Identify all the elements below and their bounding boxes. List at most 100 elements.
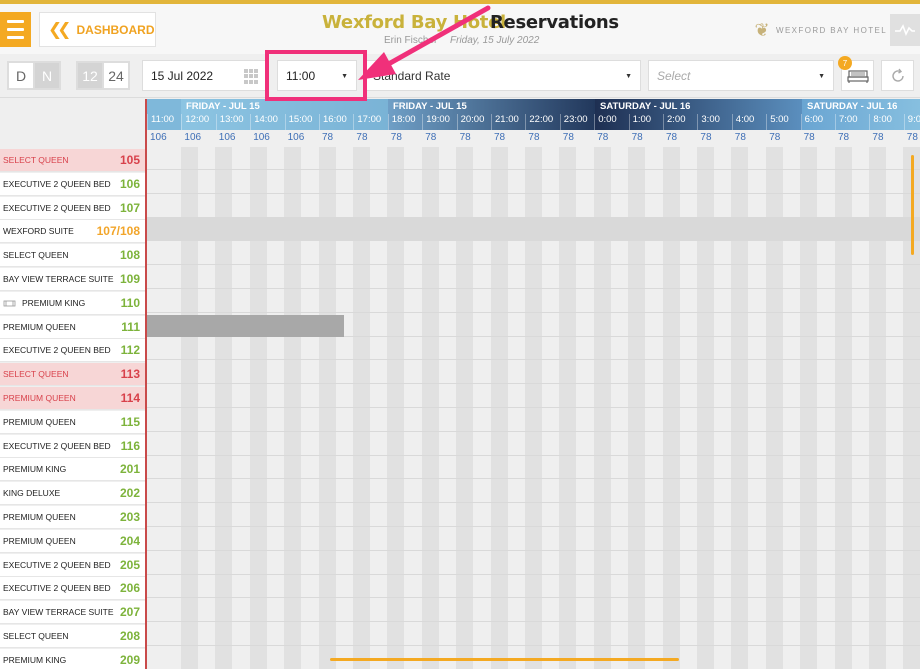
hour-label: 12:00 xyxy=(181,114,215,130)
notification-badge: 7 xyxy=(838,56,852,70)
room-row[interactable]: PREMIUM QUEEN 204 xyxy=(0,529,146,553)
activity-pulse-button[interactable] xyxy=(890,14,920,46)
room-row[interactable]: PREMIUM QUEEN 114 xyxy=(0,387,146,410)
timeline-row[interactable] xyxy=(147,171,920,194)
timeline-row[interactable] xyxy=(147,433,920,456)
horizontal-scrollbar[interactable] xyxy=(330,658,679,661)
date-picker[interactable]: 15 Jul 2022 xyxy=(142,60,266,91)
page-title: Reservations xyxy=(490,12,619,33)
availability-count: 78 xyxy=(356,132,368,143)
room-row[interactable]: KING DELUXE 202 xyxy=(0,482,146,506)
refresh-button[interactable] xyxy=(881,60,914,91)
room-row[interactable]: PREMIUM KING 209 xyxy=(0,648,146,669)
timeline-row[interactable] xyxy=(147,409,920,432)
timeline-row[interactable] xyxy=(147,480,920,504)
hour-label: 15:00 xyxy=(284,114,319,130)
room-row[interactable]: EXECUTIVE 2 QUEEN BED 112 xyxy=(0,339,146,363)
timeline-row[interactable] xyxy=(147,290,920,313)
room-row[interactable]: EXECUTIVE 2 QUEEN BED 205 xyxy=(0,553,146,577)
calendar-grid-icon[interactable] xyxy=(244,69,259,84)
hour-label: 19:00 xyxy=(422,114,456,130)
clock-format-toggle: 12 24 xyxy=(76,61,130,90)
room-row[interactable]: PREMIUM QUEEN 203 xyxy=(0,506,146,529)
timeline-row[interactable] xyxy=(147,623,920,646)
date-value: 15 Jul 2022 xyxy=(151,68,214,83)
timeline-row[interactable] xyxy=(147,456,920,480)
room-row[interactable]: EXECUTIVE 2 QUEEN BED 116 xyxy=(0,434,146,458)
room-type: EXECUTIVE 2 QUEEN BED xyxy=(3,440,111,451)
room-type: PREMIUM QUEEN xyxy=(3,512,76,522)
room-row[interactable]: PREMIUM KING 201 xyxy=(0,458,146,482)
logo-text: WEXFORD BAY HOTEL xyxy=(776,25,888,35)
room-row[interactable]: PREMIUM QUEEN 115 xyxy=(0,410,146,434)
timeline-row[interactable] xyxy=(147,195,920,218)
room-type: EXECUTIVE 2 QUEEN BED xyxy=(3,202,111,213)
room-row[interactable]: EXECUTIVE 2 QUEEN BED 206 xyxy=(0,577,146,601)
double-chevron-left-icon: ❮❮ xyxy=(48,19,71,39)
availability-count: 78 xyxy=(597,132,609,143)
timeline-row[interactable] xyxy=(147,504,920,527)
room-row[interactable]: SELECT QUEEN 113 xyxy=(0,363,146,387)
room-row[interactable]: PREMIUM KING 110 xyxy=(0,291,146,315)
hour-label: 8:00 xyxy=(869,114,903,130)
availability-count: 78 xyxy=(459,132,471,143)
timeline-row[interactable] xyxy=(147,266,920,289)
refresh-icon xyxy=(891,68,904,82)
room-type: EXECUTIVE 2 QUEEN BED xyxy=(3,178,111,189)
hamburger-menu-button[interactable] xyxy=(0,12,31,47)
hour-label: 17:00 xyxy=(353,114,387,130)
24-hour-toggle[interactable]: 24 xyxy=(104,63,128,88)
availability-count: 78 xyxy=(322,132,334,143)
pulse-icon xyxy=(895,24,915,36)
room-type: PREMIUM KING xyxy=(3,464,67,475)
room-number: 114 xyxy=(120,391,140,405)
room-row[interactable]: EXECUTIVE 2 QUEEN BED 106 xyxy=(0,172,146,196)
room-row[interactable]: BAY VIEW TERRACE SUITE 207 xyxy=(0,601,146,625)
timeline-row[interactable] xyxy=(147,528,920,551)
hour-label: 20:00 xyxy=(456,114,491,130)
availability-count: 106 xyxy=(287,132,305,143)
room-row[interactable]: SELECT QUEEN 208 xyxy=(0,625,146,648)
hour-label: 14:00 xyxy=(250,114,284,130)
timeline-row[interactable] xyxy=(147,218,920,242)
filter-placeholder: Select xyxy=(657,68,691,83)
room-number: 109 xyxy=(119,272,140,286)
room-number: 107 xyxy=(119,200,140,215)
room-row[interactable]: SELECT QUEEN 108 xyxy=(0,244,146,268)
12-hour-toggle[interactable]: 12 xyxy=(78,63,102,88)
room-row[interactable]: PREMIUM QUEEN 111 xyxy=(0,315,146,339)
room-type: PREMIUM QUEEN xyxy=(3,535,76,546)
dashboard-button[interactable]: ❮❮ DASHBOARD xyxy=(39,12,156,47)
room-number: 113 xyxy=(120,367,140,382)
room-list: SELECT QUEEN 105 EXECUTIVE 2 QUEEN BED 106 E… xyxy=(0,99,146,669)
day-toggle[interactable]: D xyxy=(9,63,33,88)
room-row[interactable]: SELECT QUEEN 105 xyxy=(0,149,146,172)
timeline-row[interactable] xyxy=(147,147,920,170)
availability-count: 106 xyxy=(253,132,270,143)
room-number: 110 xyxy=(120,295,140,310)
availability-count: 106 xyxy=(150,132,167,143)
timeline-row[interactable] xyxy=(147,385,920,408)
filter-select[interactable]: Select ▼ xyxy=(648,60,834,91)
hour-label: 22:00 xyxy=(525,114,559,130)
room-row[interactable]: EXECUTIVE 2 QUEEN BED 107 xyxy=(0,196,146,220)
timeline-row[interactable] xyxy=(147,242,920,266)
room-number: 108 xyxy=(119,248,140,263)
availability-count: 78 xyxy=(425,132,437,143)
night-toggle[interactable]: N xyxy=(35,63,59,88)
room-row[interactable]: WEXFORD SUITE 107/108 xyxy=(0,220,146,244)
timeline-row[interactable] xyxy=(147,575,920,599)
reservation-block[interactable] xyxy=(147,315,344,337)
timeline-row[interactable] xyxy=(147,337,920,361)
timeline-row[interactable] xyxy=(147,361,920,385)
timeline-row[interactable] xyxy=(147,552,920,575)
hour-label: 16:00 xyxy=(319,114,353,130)
timeline-row[interactable] xyxy=(147,599,920,623)
vertical-scrollbar[interactable] xyxy=(911,155,914,255)
reservation-timeline: FRIDAY - JUL 15 FRIDAY - JUL 15 SATURDAY -… xyxy=(147,99,920,669)
room-row[interactable]: BAY VIEW TERRACE SUITE 109 xyxy=(0,268,146,291)
hour-label: 0:00 xyxy=(594,114,628,130)
room-number: 203 xyxy=(119,510,140,524)
room-type: PREMIUM QUEEN xyxy=(3,321,76,332)
hour-label: 6:00 xyxy=(800,114,835,130)
